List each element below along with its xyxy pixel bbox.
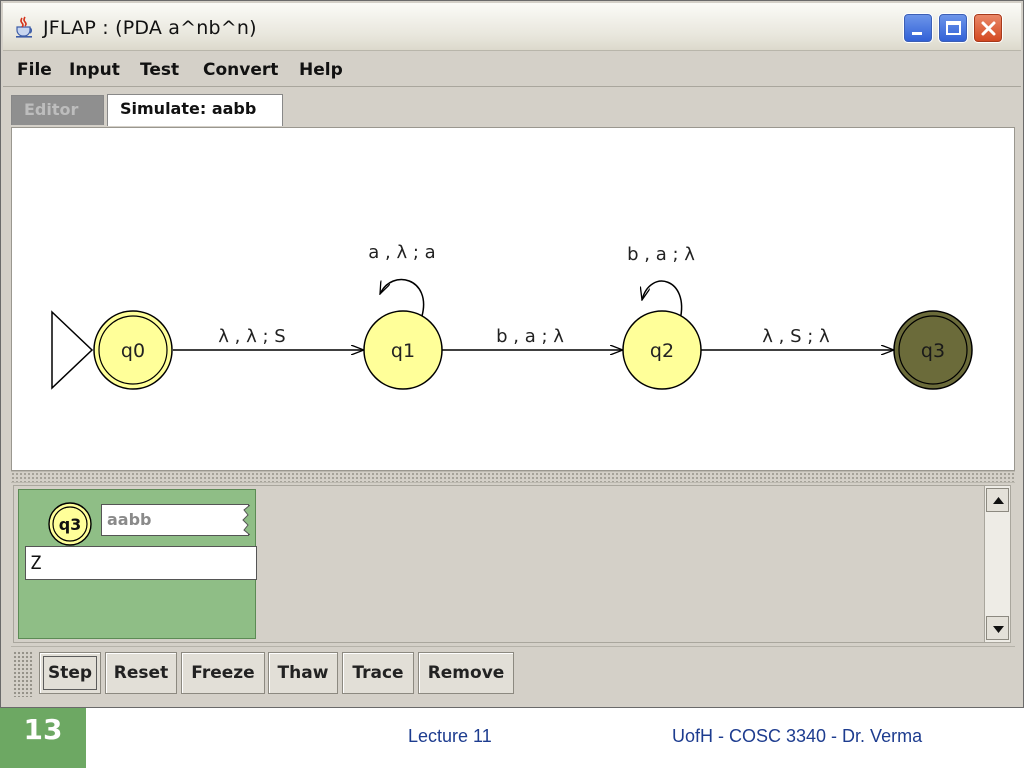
close-button[interactable] (973, 13, 1003, 43)
label-q1-q2: b , a ; λ (496, 326, 564, 347)
state-q0-label: q0 (121, 340, 145, 362)
menu-test[interactable]: Test (140, 60, 179, 80)
freeze-button[interactable]: Freeze (181, 652, 265, 694)
menu-bar: File Input Test Convert Help (3, 53, 1021, 87)
configuration-panel: q3 aabb Z (13, 485, 1011, 643)
automaton-canvas[interactable]: λ , λ ; S a , λ ; a b , a ; λ b , a ; λ … (11, 127, 1015, 471)
window-title: JFLAP : (PDA a^nb^n) (43, 17, 257, 39)
footer-course: UofH - COSC 3340 - Dr. Verma (672, 726, 923, 746)
menu-file[interactable]: File (17, 60, 52, 80)
trace-button[interactable]: Trace (342, 652, 414, 694)
state-q1-label: q1 (391, 340, 415, 362)
tab-editor[interactable]: Editor (11, 95, 104, 125)
label-q2-q2: b , a ; λ (627, 244, 695, 265)
label-q2-q3: λ , S ; λ (762, 326, 830, 347)
config-input-text: aabb (107, 510, 152, 529)
reset-button[interactable]: Reset (105, 652, 177, 694)
menu-help[interactable]: Help (299, 60, 343, 80)
toolbar-grip[interactable] (13, 651, 33, 697)
arrow-up-icon (993, 497, 1004, 504)
jflap-window: JFLAP : (PDA a^nb^n) File Input Test Con… (0, 0, 1024, 708)
maximize-button[interactable] (938, 13, 968, 43)
arrow-down-icon (993, 626, 1004, 633)
state-q1[interactable]: q1 (363, 310, 443, 390)
vertical-scrollbar[interactable] (984, 486, 1010, 642)
state-q3[interactable]: q3 (893, 310, 973, 390)
configuration-card[interactable]: q3 aabb Z (18, 489, 257, 639)
config-stack: Z (25, 546, 257, 580)
menu-input[interactable]: Input (69, 60, 120, 80)
scroll-down-button[interactable] (986, 616, 1009, 640)
step-button[interactable]: Step (39, 652, 101, 694)
config-input-tape: aabb (101, 504, 250, 536)
slide-number: 13 (0, 708, 86, 768)
tab-row: Editor Simulate: aabb (3, 89, 1021, 127)
tab-simulate[interactable]: Simulate: aabb (107, 94, 283, 126)
torn-edge-icon (242, 505, 250, 535)
label-q1-q1: a , λ ; a (368, 242, 435, 263)
close-icon (981, 21, 996, 36)
maximize-icon (946, 21, 961, 35)
config-state-label: q3 (59, 515, 82, 534)
remove-button[interactable]: Remove (418, 652, 514, 694)
java-cup-icon (16, 16, 32, 38)
minimize-icon (912, 32, 922, 35)
step-label: Step (47, 663, 93, 683)
config-state-badge: q3 (48, 502, 92, 546)
thaw-button[interactable]: Thaw (268, 652, 338, 694)
scroll-up-button[interactable] (986, 488, 1009, 512)
minimize-button[interactable] (903, 13, 933, 43)
state-q0[interactable]: q0 (93, 310, 173, 390)
label-q0-q1: λ , λ ; S (218, 326, 285, 347)
automaton-diagram: λ , λ ; S a , λ ; a b , a ; λ b , a ; λ … (51, 242, 973, 390)
state-q3-label: q3 (921, 340, 945, 362)
state-q2-label: q2 (650, 340, 674, 362)
title-bar[interactable]: JFLAP : (PDA a^nb^n) (3, 3, 1021, 51)
state-q2[interactable]: q2 (622, 310, 702, 390)
initial-state-marker (51, 310, 94, 390)
pane-splitter[interactable] (11, 471, 1015, 483)
menu-convert[interactable]: Convert (203, 60, 278, 80)
footer-lecture: Lecture 11 (408, 726, 492, 746)
simulation-toolbar: Step Reset Freeze Thaw Trace Remove (11, 646, 1015, 700)
